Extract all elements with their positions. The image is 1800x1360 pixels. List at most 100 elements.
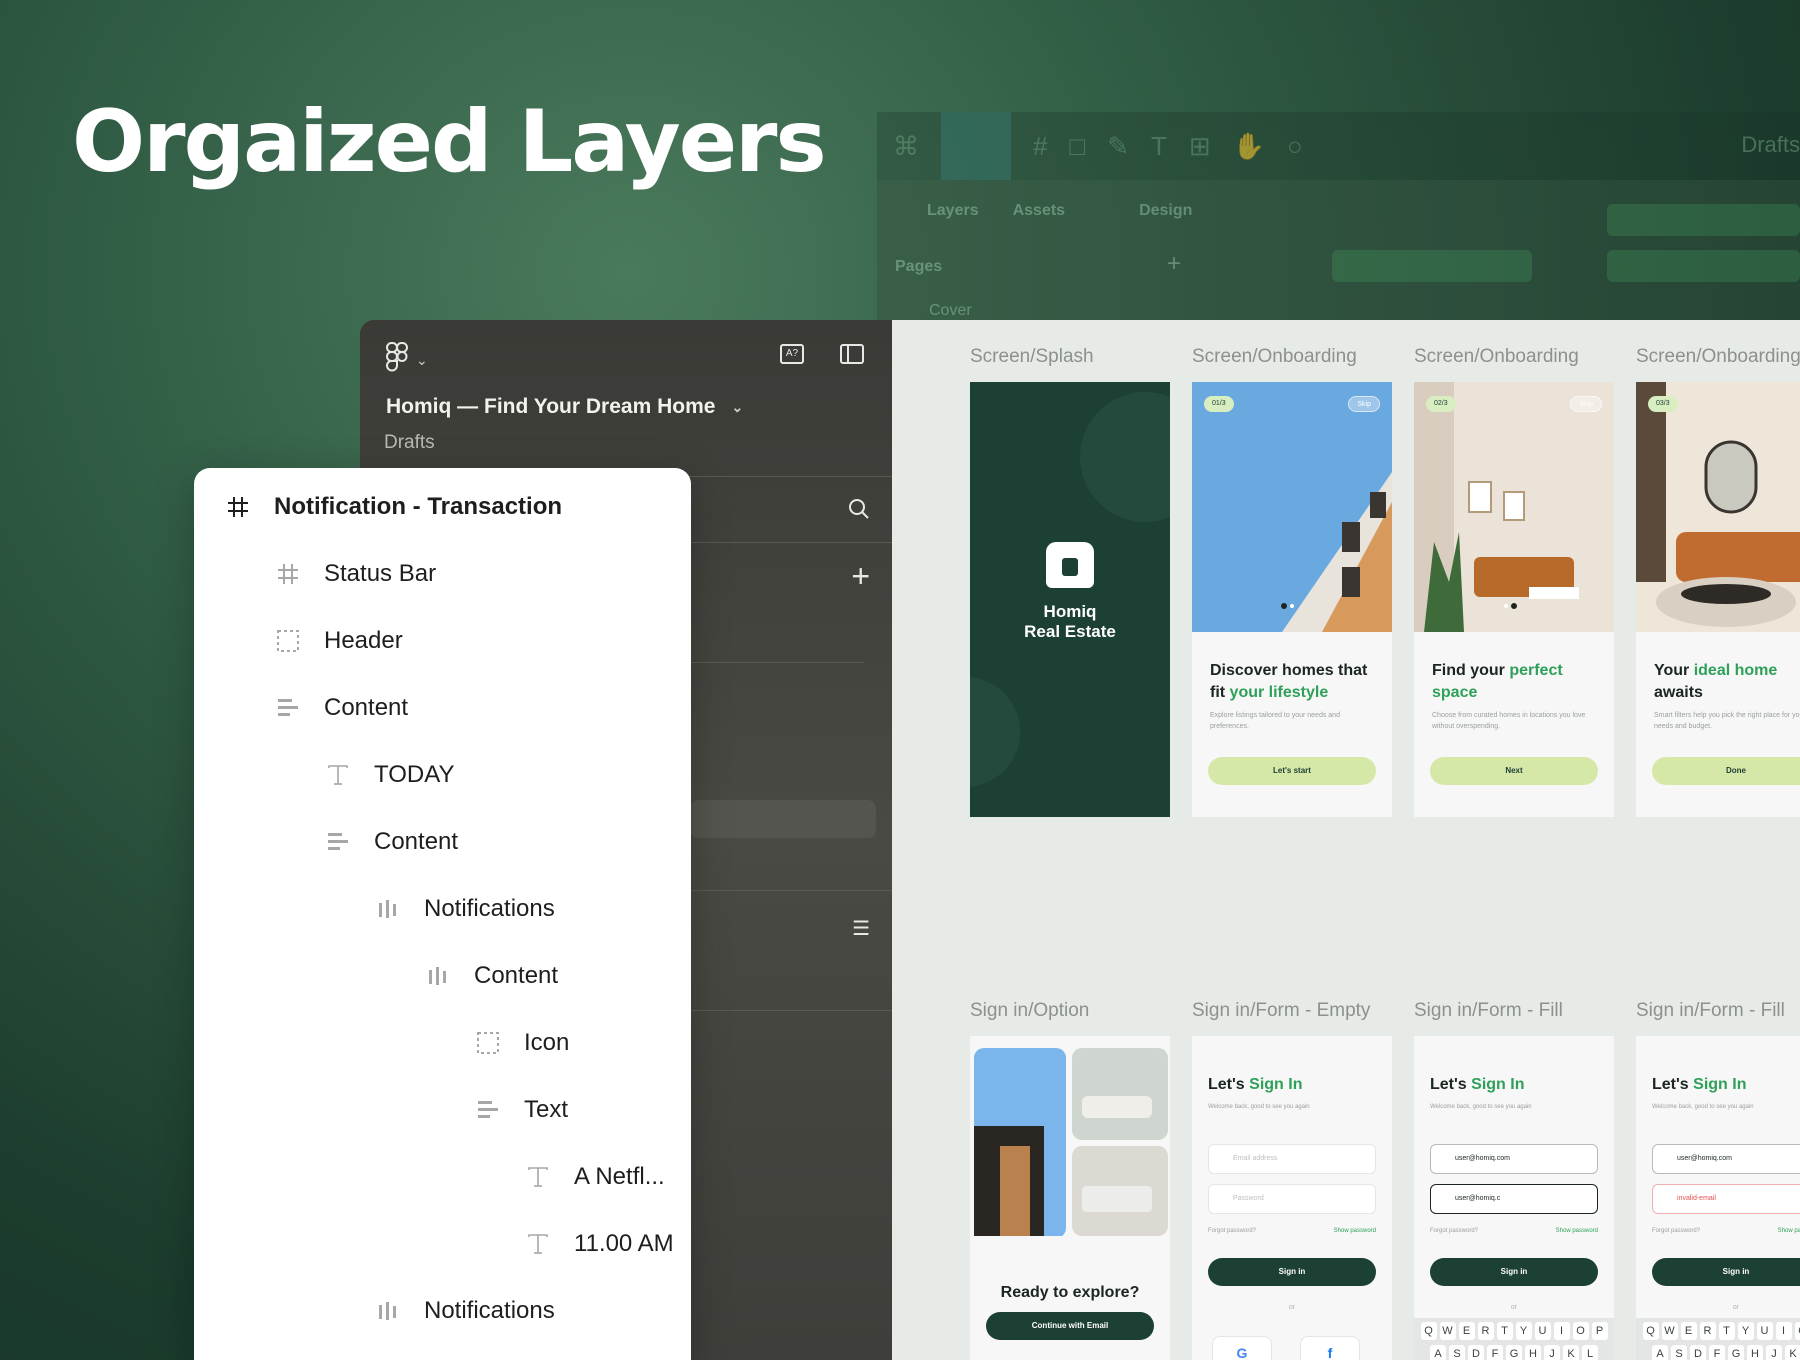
layer-row[interactable]: TODAY [324,755,454,795]
next-button[interactable]: Next [1430,757,1598,785]
key[interactable]: P [1591,1322,1608,1340]
collapse-layers-icon[interactable]: ☰ [852,916,870,941]
key[interactable]: A [1652,1345,1668,1360]
selected-page-row[interactable] [690,800,876,838]
continue-email-button[interactable]: Continue with Email [986,1312,1154,1340]
keyboard[interactable]: Q W E R T Y U I O P A S D F G H J K L [1414,1318,1614,1360]
show-password-link[interactable]: Show password [1778,1228,1800,1234]
sidebar-toggle-icon[interactable] [840,344,864,364]
key[interactable]: D [1690,1345,1706,1360]
email-field[interactable]: user@homiq.com [1652,1144,1800,1174]
key[interactable]: F [1709,1345,1725,1360]
frame-label[interactable]: Screen/Onboarding [1192,346,1357,368]
key[interactable]: S [1671,1345,1687,1360]
frame-icon [274,560,302,588]
sign-in-button[interactable]: Sign in [1652,1258,1800,1286]
layer-row[interactable]: Notification - Transaction [224,487,562,527]
show-password-link[interactable]: Show password [1556,1228,1598,1234]
frame-label[interactable]: Screen/Onboarding [1414,346,1579,368]
frame-label[interactable]: Screen/Onboarding [1636,346,1800,368]
key[interactable]: H [1525,1345,1541,1360]
frame-label[interactable]: Sign in/Option [970,1000,1089,1022]
key[interactable]: F [1487,1345,1503,1360]
key[interactable]: J [1544,1345,1560,1360]
frame-label[interactable]: Sign in/Form - Empty [1192,1000,1370,1022]
layer-row[interactable]: A Netfl... [524,1157,665,1197]
google-button[interactable]: G [1212,1336,1272,1360]
layer-row[interactable]: Content [424,956,558,996]
layer-row[interactable]: Content [324,822,458,862]
sign-in-button[interactable]: Sign in [1208,1258,1376,1286]
key[interactable]: R [1477,1322,1494,1340]
key[interactable]: G [1506,1345,1522,1360]
key[interactable]: I [1775,1322,1792,1340]
onboarding-screen-2[interactable]: 02/3 Skip Find your perfect space Choose… [1414,382,1614,817]
frame-label[interactable]: Sign in/Form - Fill [1636,1000,1785,1022]
keyboard[interactable]: Q W E R T Y U I O P A S D F G H J K L [1636,1318,1800,1360]
key[interactable]: W [1661,1322,1678,1340]
key[interactable]: S [1449,1345,1465,1360]
design-canvas[interactable]: Screen/Splash Screen/Onboarding Screen/O… [892,320,1800,1360]
key[interactable]: A [1430,1345,1446,1360]
signin-empty-screen[interactable]: Let's Sign In Welcome back, good to see … [1192,1036,1392,1360]
key[interactable]: O [1794,1322,1800,1340]
layer-row[interactable]: Text [474,1090,568,1130]
key[interactable]: H [1747,1345,1763,1360]
frame-label[interactable]: Sign in/Form - Fill [1414,1000,1563,1022]
key[interactable]: K [1563,1345,1579,1360]
done-button[interactable]: Done [1652,757,1800,785]
forgot-password-link[interactable]: Forgot password? [1652,1228,1700,1234]
password-field[interactable]: user@homiq.c [1430,1184,1598,1214]
signin-option-screen[interactable]: Ready to explore? Continue with Email [970,1036,1170,1360]
layer-row[interactable]: Icon [474,1023,569,1063]
layer-row[interactable]: Content [274,688,408,728]
figma-menu[interactable]: ⌄ [385,342,428,379]
key[interactable]: L [1582,1345,1598,1360]
file-title[interactable]: Homiq — Find Your Dream Home ⌄ [386,395,743,419]
forgot-password-link[interactable]: Forgot password? [1430,1228,1478,1234]
ai-text-icon[interactable]: A? [780,344,804,364]
facebook-button[interactable]: f [1300,1336,1360,1360]
show-password-link[interactable]: Show password [1334,1228,1376,1234]
key[interactable]: U [1756,1322,1773,1340]
skip-button[interactable]: Skip [1348,396,1380,412]
key[interactable]: Y [1737,1322,1754,1340]
key[interactable]: D [1468,1345,1484,1360]
layer-row[interactable]: Status Bar [274,554,436,594]
key[interactable]: T [1496,1322,1513,1340]
skip-button[interactable]: Skip [1570,396,1602,412]
key[interactable]: Q [1642,1322,1659,1340]
key[interactable]: R [1699,1322,1716,1340]
password-field-error[interactable]: invalid-email [1652,1184,1800,1214]
key[interactable]: G [1728,1345,1744,1360]
key[interactable]: I [1553,1322,1570,1340]
lets-start-button[interactable]: Let's start [1208,757,1376,785]
email-field[interactable]: Email address [1208,1144,1376,1174]
key[interactable]: T [1718,1322,1735,1340]
forgot-password-link[interactable]: Forgot password? [1208,1228,1256,1234]
key[interactable]: Q [1420,1322,1437,1340]
key[interactable]: O [1572,1322,1589,1340]
add-page-icon[interactable]: + [851,560,870,592]
key[interactable]: W [1439,1322,1456,1340]
sign-in-button[interactable]: Sign in [1430,1258,1598,1286]
key[interactable]: E [1458,1322,1475,1340]
layer-row[interactable]: Notifications [374,1291,555,1331]
onboarding-screen-3[interactable]: 03/3 Your ideal home awaits Smart filter… [1636,382,1800,817]
layer-row[interactable]: Header [274,621,403,661]
layer-row[interactable]: Notifications [374,889,555,929]
password-field[interactable]: Password [1208,1184,1376,1214]
layer-row[interactable]: 11.00 AM [524,1224,674,1264]
search-icon[interactable] [848,498,870,520]
key[interactable]: K [1785,1345,1800,1360]
key[interactable]: E [1680,1322,1697,1340]
splash-screen[interactable]: Homiq Real Estate [970,382,1170,817]
key[interactable]: J [1766,1345,1782,1360]
frame-label[interactable]: Screen/Splash [970,346,1094,368]
signin-fill-screen[interactable]: Let's Sign In Welcome back, good to see … [1414,1036,1614,1360]
signin-fill-error-screen[interactable]: Let's Sign In Welcome back, good to see … [1636,1036,1800,1360]
key[interactable]: Y [1515,1322,1532,1340]
onboarding-screen-1[interactable]: 01/3 Skip Discover homes that fit your l… [1192,382,1392,817]
email-field[interactable]: user@homiq.com [1430,1144,1598,1174]
key[interactable]: U [1534,1322,1551,1340]
